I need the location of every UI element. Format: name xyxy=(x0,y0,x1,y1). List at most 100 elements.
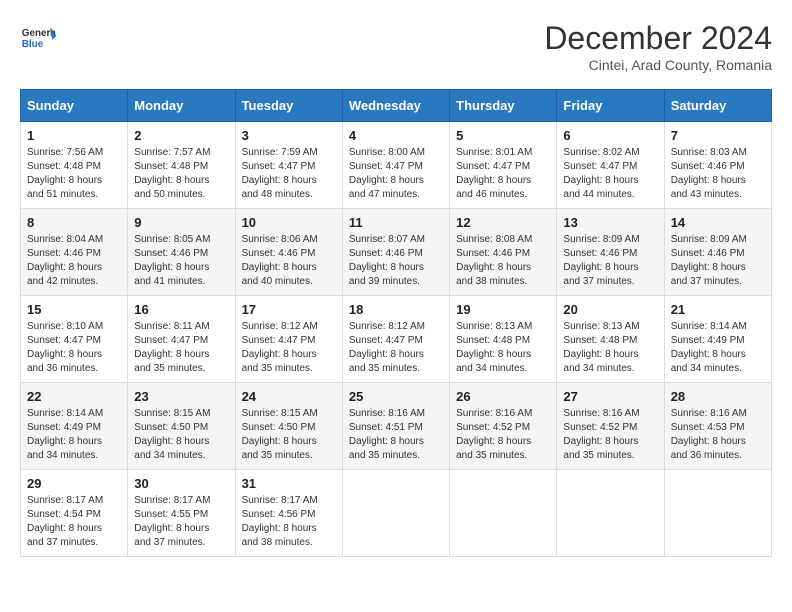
calendar-cell: 8Sunrise: 8:04 AMSunset: 4:46 PMDaylight… xyxy=(21,209,128,296)
calendar-cell: 12 Sunrise: 8:08 AMSunset: 4:46 PMDayligh… xyxy=(450,209,557,296)
day-info: Sunrise: 8:16 AMSunset: 4:52 PMDaylight:… xyxy=(456,407,550,463)
calendar-cell: 9Sunrise: 8:05 AMSunset: 4:46 PMDaylight… xyxy=(128,209,235,296)
calendar-week-row: 1 Sunrise: 7:56 AMSunset: 4:48 PMDaylight… xyxy=(21,122,772,209)
calendar-cell: 13 Sunrise: 8:09 AMSunset: 4:46 PMDayligh… xyxy=(557,209,664,296)
calendar-cell: 7 Sunrise: 8:03 AMSunset: 4:46 PMDaylight… xyxy=(664,122,771,209)
day-number: 22 xyxy=(27,389,121,404)
calendar-cell: 5 Sunrise: 8:01 AMSunset: 4:47 PMDaylight… xyxy=(450,122,557,209)
calendar-cell: 22 Sunrise: 8:14 AMSunset: 4:49 PMDayligh… xyxy=(21,383,128,470)
day-info: Sunrise: 7:56 AMSunset: 4:48 PMDaylight:… xyxy=(27,146,121,202)
calendar-cell: 14Sunrise: 8:09 AMSunset: 4:46 PMDayligh… xyxy=(664,209,771,296)
day-header-tuesday: Tuesday xyxy=(235,90,342,122)
day-number: 31 xyxy=(242,476,336,491)
day-header-sunday: Sunday xyxy=(21,90,128,122)
day-info: Sunrise: 8:17 AMSunset: 4:54 PMDaylight:… xyxy=(27,494,121,550)
day-number: 19 xyxy=(456,302,550,317)
day-header-thursday: Thursday xyxy=(450,90,557,122)
logo: General Blue xyxy=(20,20,56,56)
day-number: 29 xyxy=(27,476,121,491)
calendar-cell xyxy=(664,470,771,557)
day-info: Sunrise: 8:16 AMSunset: 4:53 PMDaylight:… xyxy=(671,407,765,463)
day-number: 3 xyxy=(242,128,336,143)
day-number: 27 xyxy=(563,389,657,404)
day-info: Sunrise: 8:03 AMSunset: 4:46 PMDaylight:… xyxy=(671,146,765,202)
calendar-cell: 20 Sunrise: 8:13 AMSunset: 4:48 PMDayligh… xyxy=(557,296,664,383)
day-number: 6 xyxy=(563,128,657,143)
calendar-cell: 2 Sunrise: 7:57 AMSunset: 4:48 PMDaylight… xyxy=(128,122,235,209)
day-info: Sunrise: 8:02 AMSunset: 4:47 PMDaylight:… xyxy=(563,146,657,202)
month-title: December 2024 xyxy=(544,20,772,57)
calendar-cell: 19Sunrise: 8:13 AMSunset: 4:48 PMDayligh… xyxy=(450,296,557,383)
svg-text:Blue: Blue xyxy=(22,39,44,50)
calendar-week-row: 22 Sunrise: 8:14 AMSunset: 4:49 PMDayligh… xyxy=(21,383,772,470)
day-number: 5 xyxy=(456,128,550,143)
calendar-cell: 15 Sunrise: 8:10 AMSunset: 4:47 PMDayligh… xyxy=(21,296,128,383)
day-info: Sunrise: 8:15 AMSunset: 4:50 PMDaylight:… xyxy=(134,407,228,463)
day-info: Sunrise: 7:57 AMSunset: 4:48 PMDaylight:… xyxy=(134,146,228,202)
day-number: 15 xyxy=(27,302,121,317)
day-info: Sunrise: 8:12 AMSunset: 4:47 PMDaylight:… xyxy=(242,320,336,376)
day-number: 20 xyxy=(563,302,657,317)
day-info: Sunrise: 8:16 AMSunset: 4:51 PMDaylight:… xyxy=(349,407,443,463)
calendar-cell: 3 Sunrise: 7:59 AMSunset: 4:47 PMDaylight… xyxy=(235,122,342,209)
calendar-cell: 18Sunrise: 8:12 AMSunset: 4:47 PMDayligh… xyxy=(342,296,449,383)
day-number: 10 xyxy=(242,215,336,230)
day-header-wednesday: Wednesday xyxy=(342,90,449,122)
calendar-cell xyxy=(557,470,664,557)
calendar-cell: 24 Sunrise: 8:15 AMSunset: 4:50 PMDayligh… xyxy=(235,383,342,470)
calendar-table: SundayMondayTuesdayWednesdayThursdayFrid… xyxy=(20,89,772,557)
day-info: Sunrise: 8:01 AMSunset: 4:47 PMDaylight:… xyxy=(456,146,550,202)
day-info: Sunrise: 8:13 AMSunset: 4:48 PMDaylight:… xyxy=(563,320,657,376)
calendar-week-row: 29 Sunrise: 8:17 AMSunset: 4:54 PMDayligh… xyxy=(21,470,772,557)
calendar-cell: 27 Sunrise: 8:16 AMSunset: 4:52 PMDayligh… xyxy=(557,383,664,470)
day-number: 28 xyxy=(671,389,765,404)
day-number: 11 xyxy=(349,215,443,230)
day-number: 24 xyxy=(242,389,336,404)
calendar-cell: 6 Sunrise: 8:02 AMSunset: 4:47 PMDaylight… xyxy=(557,122,664,209)
calendar-cell: 30Sunrise: 8:17 AMSunset: 4:55 PMDayligh… xyxy=(128,470,235,557)
calendar-cell: 29 Sunrise: 8:17 AMSunset: 4:54 PMDayligh… xyxy=(21,470,128,557)
day-info: Sunrise: 7:59 AMSunset: 4:47 PMDaylight:… xyxy=(242,146,336,202)
day-number: 12 xyxy=(456,215,550,230)
day-number: 2 xyxy=(134,128,228,143)
calendar-cell: 31 Sunrise: 8:17 AMSunset: 4:56 PMDayligh… xyxy=(235,470,342,557)
location-subtitle: Cintei, Arad County, Romania xyxy=(544,57,772,73)
day-number: 13 xyxy=(563,215,657,230)
day-info: Sunrise: 8:09 AMSunset: 4:46 PMDaylight:… xyxy=(563,233,657,289)
day-number: 4 xyxy=(349,128,443,143)
day-number: 23 xyxy=(134,389,228,404)
logo-icon: General Blue xyxy=(20,20,56,56)
day-number: 7 xyxy=(671,128,765,143)
day-info: Sunrise: 8:15 AMSunset: 4:50 PMDaylight:… xyxy=(242,407,336,463)
calendar-week-row: 8Sunrise: 8:04 AMSunset: 4:46 PMDaylight… xyxy=(21,209,772,296)
calendar-cell: 25Sunrise: 8:16 AMSunset: 4:51 PMDayligh… xyxy=(342,383,449,470)
calendar-cell: 17 Sunrise: 8:12 AMSunset: 4:47 PMDayligh… xyxy=(235,296,342,383)
day-info: Sunrise: 8:17 AMSunset: 4:56 PMDaylight:… xyxy=(242,494,336,550)
day-info: Sunrise: 8:10 AMSunset: 4:47 PMDaylight:… xyxy=(27,320,121,376)
calendar-cell: 28 Sunrise: 8:16 AMSunset: 4:53 PMDayligh… xyxy=(664,383,771,470)
day-header-friday: Friday xyxy=(557,90,664,122)
calendar-header-row: SundayMondayTuesdayWednesdayThursdayFrid… xyxy=(21,90,772,122)
day-number: 30 xyxy=(134,476,228,491)
calendar-week-row: 15 Sunrise: 8:10 AMSunset: 4:47 PMDayligh… xyxy=(21,296,772,383)
day-info: Sunrise: 8:08 AMSunset: 4:46 PMDaylight:… xyxy=(456,233,550,289)
day-info: Sunrise: 8:00 AMSunset: 4:47 PMDaylight:… xyxy=(349,146,443,202)
day-info: Sunrise: 8:14 AMSunset: 4:49 PMDaylight:… xyxy=(671,320,765,376)
day-number: 1 xyxy=(27,128,121,143)
day-header-monday: Monday xyxy=(128,90,235,122)
day-number: 17 xyxy=(242,302,336,317)
day-number: 16 xyxy=(134,302,228,317)
day-number: 9 xyxy=(134,215,228,230)
day-number: 21 xyxy=(671,302,765,317)
day-number: 14 xyxy=(671,215,765,230)
day-number: 26 xyxy=(456,389,550,404)
calendar-cell xyxy=(342,470,449,557)
calendar-cell: 21 Sunrise: 8:14 AMSunset: 4:49 PMDayligh… xyxy=(664,296,771,383)
day-info: Sunrise: 8:16 AMSunset: 4:52 PMDaylight:… xyxy=(563,407,657,463)
calendar-cell: 23 Sunrise: 8:15 AMSunset: 4:50 PMDayligh… xyxy=(128,383,235,470)
day-number: 8 xyxy=(27,215,121,230)
day-info: Sunrise: 8:07 AMSunset: 4:46 PMDaylight:… xyxy=(349,233,443,289)
day-info: Sunrise: 8:14 AMSunset: 4:49 PMDaylight:… xyxy=(27,407,121,463)
calendar-cell: 4 Sunrise: 8:00 AMSunset: 4:47 PMDaylight… xyxy=(342,122,449,209)
header: General Blue December 2024 Cintei, Arad … xyxy=(20,20,772,73)
